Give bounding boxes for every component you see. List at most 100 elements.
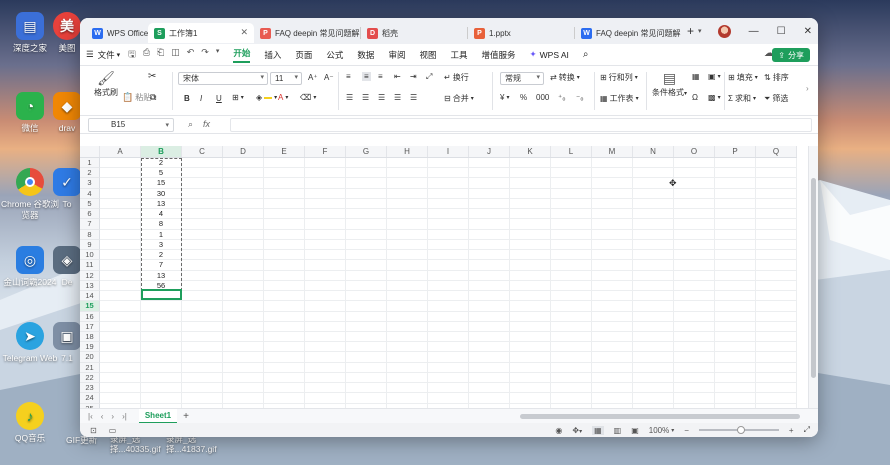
maximize-button[interactable]: ☐ bbox=[777, 26, 786, 37]
cell-d7[interactable] bbox=[223, 219, 264, 230]
cell-c12[interactable] bbox=[182, 270, 223, 281]
cell-i4[interactable] bbox=[428, 188, 469, 199]
row-header-13[interactable]: 13 bbox=[80, 280, 100, 292]
cell-d24[interactable] bbox=[223, 393, 264, 404]
cell-l4[interactable] bbox=[551, 188, 592, 199]
tab-workbook1[interactable]: S 工作簿1 ✕ bbox=[148, 23, 254, 43]
cell-e24[interactable] bbox=[264, 393, 305, 404]
cell-o14[interactable] bbox=[674, 291, 715, 302]
formula-input[interactable] bbox=[230, 118, 812, 132]
format-painter-button[interactable]: 🖌 格式刷 bbox=[94, 70, 118, 98]
tab-formula[interactable]: 公式 bbox=[326, 49, 343, 61]
cell-h9[interactable] bbox=[387, 239, 428, 251]
cell-e1[interactable] bbox=[264, 158, 305, 169]
cell-c6[interactable] bbox=[182, 209, 223, 220]
cell-c20[interactable] bbox=[182, 352, 223, 363]
cell-i24[interactable] bbox=[428, 393, 469, 404]
add-sheet-button[interactable]: + bbox=[183, 411, 189, 422]
cell-k14[interactable] bbox=[510, 291, 551, 302]
tab-home[interactable]: 开始 bbox=[233, 47, 251, 63]
redo-icon[interactable]: ↷ bbox=[201, 47, 209, 63]
cell-c22[interactable] bbox=[182, 372, 223, 384]
cell-k3[interactable] bbox=[510, 178, 551, 189]
cell-q21[interactable] bbox=[756, 362, 797, 373]
cell-b19[interactable] bbox=[141, 342, 182, 353]
cell-h20[interactable] bbox=[387, 352, 428, 363]
border-icon[interactable]: ⊞ ▾ bbox=[232, 93, 244, 102]
cell-d14[interactable] bbox=[223, 291, 264, 302]
cell-h2[interactable] bbox=[387, 168, 428, 179]
cell-h10[interactable] bbox=[387, 250, 428, 261]
cell-o1[interactable] bbox=[674, 158, 715, 169]
cell-c11[interactable] bbox=[182, 260, 223, 271]
cell-e12[interactable] bbox=[264, 270, 305, 281]
cell-p22[interactable] bbox=[715, 372, 756, 384]
desktop-icon-chrome[interactable]: Chrome 谷歌浏览器 bbox=[0, 168, 60, 221]
italic-button[interactable]: I bbox=[200, 94, 202, 103]
cell-j18[interactable] bbox=[469, 331, 510, 343]
chevron-down-icon[interactable]: ▾ bbox=[117, 51, 121, 59]
close-icon[interactable]: ✕ bbox=[240, 27, 248, 38]
cell-m21[interactable] bbox=[592, 362, 633, 373]
cell-c18[interactable] bbox=[182, 331, 223, 343]
cell-d22[interactable] bbox=[223, 372, 264, 384]
cell-p19[interactable] bbox=[715, 342, 756, 353]
cell-h8[interactable] bbox=[387, 229, 428, 240]
cell-n6[interactable] bbox=[633, 209, 674, 220]
cell-c15[interactable] bbox=[182, 301, 223, 312]
cell-g17[interactable] bbox=[346, 321, 387, 332]
cell-e13[interactable] bbox=[264, 280, 305, 292]
cell-b11[interactable]: 7 bbox=[141, 260, 182, 271]
row-header-8[interactable]: 8 bbox=[80, 229, 100, 240]
cell-c7[interactable] bbox=[182, 219, 223, 230]
cell-a11[interactable] bbox=[100, 260, 141, 271]
print-icon[interactable]: ⎗ bbox=[157, 47, 164, 63]
cell-p5[interactable] bbox=[715, 198, 756, 210]
search-icon[interactable]: ⌕ bbox=[583, 49, 589, 60]
cell-n18[interactable] bbox=[633, 331, 674, 343]
add-tab-button[interactable]: + bbox=[687, 24, 694, 38]
column-header-b[interactable]: B bbox=[141, 146, 182, 157]
cell-e14[interactable] bbox=[264, 291, 305, 302]
column-header-p[interactable]: P bbox=[715, 146, 756, 157]
cell-e17[interactable] bbox=[264, 321, 305, 332]
cell-h3[interactable] bbox=[387, 178, 428, 189]
cell-f12[interactable] bbox=[305, 270, 346, 281]
tab-pptx[interactable]: P 1.pptx bbox=[468, 23, 574, 43]
cell-a7[interactable] bbox=[100, 219, 141, 230]
cell-k17[interactable] bbox=[510, 321, 551, 332]
cell-k19[interactable] bbox=[510, 342, 551, 353]
cell-o11[interactable] bbox=[674, 260, 715, 271]
cell-n21[interactable] bbox=[633, 362, 674, 373]
cell-n15[interactable] bbox=[633, 301, 674, 312]
symbol-icon[interactable]: Ω bbox=[692, 93, 698, 102]
filter-button[interactable]: ⏷ 筛选 bbox=[764, 93, 788, 104]
cell-o19[interactable] bbox=[674, 342, 715, 353]
cell-j15[interactable] bbox=[469, 301, 510, 312]
cell-c5[interactable] bbox=[182, 198, 223, 210]
cell-i16[interactable] bbox=[428, 311, 469, 322]
cell-d19[interactable] bbox=[223, 342, 264, 353]
cell-o2[interactable] bbox=[674, 168, 715, 179]
cell-h16[interactable] bbox=[387, 311, 428, 322]
cell-a17[interactable] bbox=[100, 321, 141, 332]
cell-k11[interactable] bbox=[510, 260, 551, 271]
eye-protection-icon[interactable]: ◉ bbox=[555, 426, 562, 435]
cell-j1[interactable] bbox=[469, 158, 510, 169]
cell-a18[interactable] bbox=[100, 331, 141, 343]
normal-view-icon[interactable]: ▦ bbox=[592, 425, 604, 435]
cell-q12[interactable] bbox=[756, 270, 797, 281]
cell-l19[interactable] bbox=[551, 342, 592, 353]
row-header-17[interactable]: 17 bbox=[80, 321, 100, 332]
cell-n8[interactable] bbox=[633, 229, 674, 240]
desktop-file-gif-1[interactable]: 录屏_选择...40335.gif bbox=[110, 434, 166, 454]
cell-n12[interactable] bbox=[633, 270, 674, 281]
cell-a5[interactable] bbox=[100, 198, 141, 210]
desktop-icon-meitu[interactable]: 美 美图 bbox=[52, 12, 82, 54]
tab-wps-office[interactable]: W WPS Office bbox=[86, 23, 148, 43]
cell-d20[interactable] bbox=[223, 352, 264, 363]
cell-b12[interactable]: 13 bbox=[141, 270, 182, 281]
cell-f6[interactable] bbox=[305, 209, 346, 220]
cell-f23[interactable] bbox=[305, 383, 346, 394]
cell-l13[interactable] bbox=[551, 280, 592, 292]
